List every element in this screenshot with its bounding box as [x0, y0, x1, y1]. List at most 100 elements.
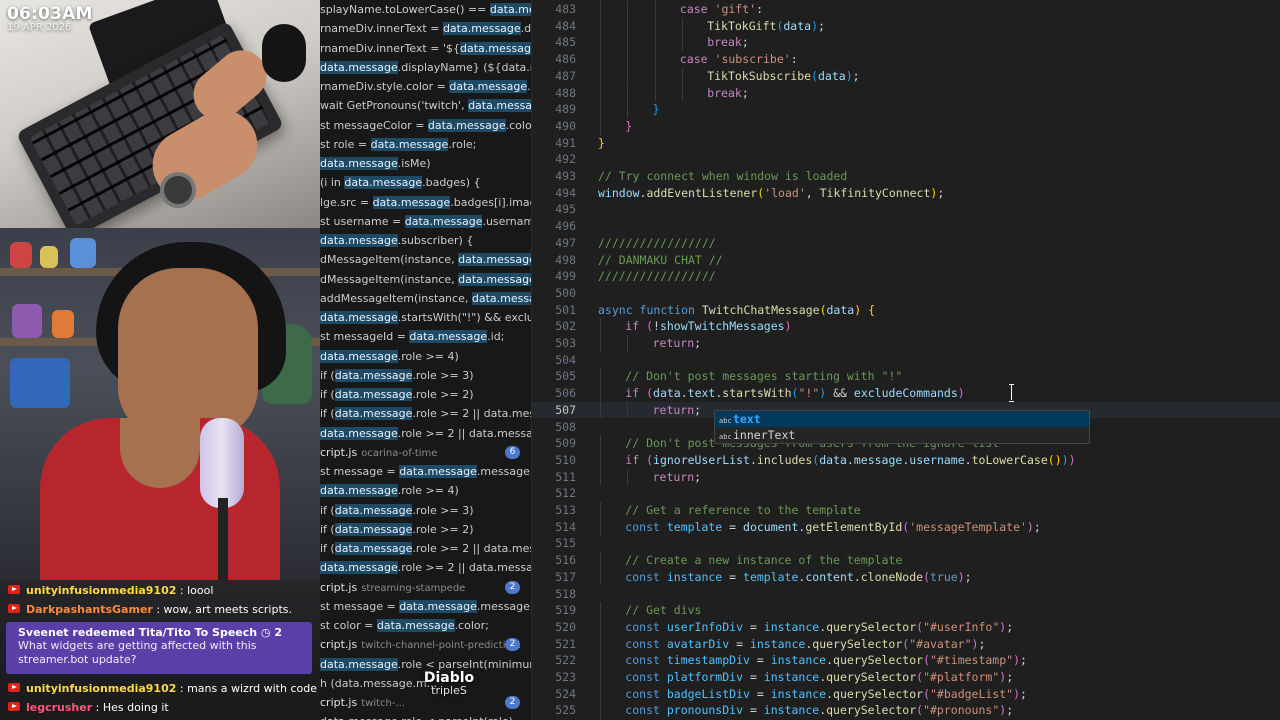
- search-match-row[interactable]: data.message.isMe): [320, 154, 531, 173]
- code-line[interactable]: 506 if (data.text.startsWith("!") && excl…: [532, 385, 1280, 402]
- code-line[interactable]: 498 // DANMAKU CHAT //: [532, 252, 1280, 269]
- indent-guide: [627, 17, 629, 35]
- code-line[interactable]: 510 if (ignoreUserList.includes(data.mess…: [532, 451, 1280, 469]
- search-match-row[interactable]: if (data.message.role >= 2): [320, 385, 531, 404]
- code-line[interactable]: 500: [532, 285, 1280, 302]
- code-line[interactable]: 491}: [532, 135, 1280, 152]
- code-text: return;: [652, 469, 702, 484]
- code-line[interactable]: 520 const userInfoDiv = instance.querySel…: [532, 618, 1280, 636]
- search-match-row[interactable]: st messageColor = data.message.color;: [320, 116, 532, 135]
- search-match-row[interactable]: lge.src = data.message.badges[i].image..…: [320, 193, 531, 212]
- match-context: .role >= 2 || data.mess...: [412, 407, 531, 421]
- code-line[interactable]: 496: [532, 218, 1280, 235]
- match-highlight: data.message: [344, 176, 423, 190]
- match-context: .color;: [505, 118, 532, 132]
- mouse: [262, 24, 306, 82]
- code-text: break;: [707, 85, 749, 100]
- code-line[interactable]: 503 return;: [532, 335, 1280, 352]
- search-results-panel[interactable]: splayName.toLowerCase() == data.mess...r…: [320, 0, 532, 720]
- code-editor[interactable]: 483 case 'gift': 484 TikTokGift(data); 485 br…: [532, 0, 1280, 720]
- code-line[interactable]: 486 case 'subscribe':: [532, 51, 1280, 68]
- code-line[interactable]: 483 case 'gift':: [532, 1, 1280, 18]
- search-match-row[interactable]: st message = data.message.message;: [320, 597, 532, 616]
- code-line[interactable]: 522 const timestampDiv = instance.querySe…: [532, 652, 1280, 669]
- code-line[interactable]: 490}: [532, 117, 1280, 135]
- search-match-row[interactable]: dMessageItem(instance, data.message.m...: [320, 270, 531, 289]
- code-line[interactable]: 512: [532, 485, 1280, 502]
- search-match-row[interactable]: data.message.subscriber) {: [320, 231, 531, 250]
- indent-guide: [600, 618, 601, 636]
- search-match-row[interactable]: if (data.message.role >= 2 || data.mess.…: [320, 539, 531, 558]
- code-line[interactable]: 492: [532, 151, 1280, 168]
- code-line[interactable]: 489}: [532, 101, 1280, 118]
- code-line[interactable]: 497 /////////////////: [532, 235, 1280, 252]
- search-match-row[interactable]: data.message.role < parseInt(role): [320, 712, 531, 720]
- code-line[interactable]: 514 const template = document.getElementB…: [532, 518, 1280, 536]
- search-match-row[interactable]: st role = data.message.role;: [320, 135, 531, 154]
- code-line[interactable]: 517 const instance = template.content.clo…: [532, 568, 1280, 586]
- search-match-row[interactable]: if (data.message.role >= 3): [320, 501, 531, 520]
- search-match-row[interactable]: if (data.message.role >= 3): [320, 366, 531, 385]
- code-line[interactable]: 502 if (!showTwitchMessages): [532, 318, 1280, 335]
- file-path: ocarina-of-time: [361, 447, 438, 459]
- mouse-cursor-icon: [1009, 384, 1015, 402]
- match-context: if (: [320, 388, 335, 401]
- suggestion-item[interactable]: abctext: [715, 411, 1089, 427]
- code-line[interactable]: 499 /////////////////: [532, 268, 1280, 285]
- code-line[interactable]: 515: [532, 535, 1280, 552]
- code-line[interactable]: 524 const badgeListDiv = instance.querySe…: [532, 685, 1280, 703]
- search-match-row[interactable]: splayName.toLowerCase() == data.mess...: [320, 0, 531, 19]
- autocomplete-popup[interactable]: abctext abcinnerText: [714, 410, 1090, 444]
- code-line[interactable]: 494 window.addEventListener('load', Tikfi…: [532, 185, 1280, 202]
- search-match-row[interactable]: st username = data.message.username;: [320, 212, 531, 231]
- search-match-row[interactable]: (i in data.message.badges) {: [320, 173, 531, 192]
- webcam-hands: 06:03AM 19 APR 2026: [0, 0, 320, 228]
- search-file-header[interactable]: cript.js twitch-channel-point-predictio..…: [320, 635, 531, 654]
- code-line[interactable]: 487 TikTokSubscribe(data);: [532, 67, 1280, 85]
- code-line[interactable]: 495: [532, 201, 1280, 218]
- search-match-row[interactable]: wait GetPronouns('twitch', data.message.…: [320, 96, 531, 115]
- match-context: .message;: [476, 599, 532, 613]
- search-match-row[interactable]: data.message.displayName} (${data.messa.…: [320, 58, 531, 77]
- code-line[interactable]: 485 break;: [532, 34, 1280, 52]
- file-name: cript.js: [320, 445, 358, 459]
- search-match-row[interactable]: rnameDiv.innerText = data.message.disp..…: [320, 19, 531, 38]
- search-match-row[interactable]: if (data.message.role >= 2 || data.mess.…: [320, 404, 531, 423]
- search-match-row[interactable]: st message = data.message.message;: [320, 462, 531, 481]
- code-line[interactable]: 516 // Create a new instance of the templ…: [532, 552, 1280, 569]
- code-line[interactable]: 505 // Don't post messages starting with …: [532, 368, 1280, 386]
- code-line[interactable]: 511 return;: [532, 468, 1280, 486]
- code-line[interactable]: 488 break;: [532, 84, 1280, 102]
- match-highlight: data.message: [320, 311, 398, 324]
- search-file-header[interactable]: cript.js streaming-stampede 2: [320, 578, 531, 597]
- search-match-row[interactable]: data.message.role >= 4): [320, 347, 531, 366]
- code-line[interactable]: 501 async function TwitchChatMessage(data…: [532, 302, 1280, 319]
- search-match-row[interactable]: st color = data.message.color;: [320, 616, 531, 635]
- code-line[interactable]: 484 TikTokGift(data);: [532, 17, 1280, 35]
- code-line[interactable]: 523 const platformDiv = instance.querySel…: [532, 669, 1280, 686]
- indent-guide: [600, 435, 601, 452]
- search-match-row[interactable]: dMessageItem(instance, data.message.m...: [320, 250, 531, 269]
- suggestion-item[interactable]: abcinnerText: [715, 427, 1089, 443]
- search-match-row[interactable]: rnameDiv.innerText = '${data.message.d..…: [320, 39, 531, 58]
- search-match-row[interactable]: data.message.role >= 4): [320, 481, 531, 500]
- search-match-row[interactable]: data.message.startsWith("!") && exclude.…: [320, 308, 531, 327]
- line-number: 499: [555, 269, 576, 284]
- code-line[interactable]: 525 const pronounsDiv = instance.querySel…: [532, 702, 1280, 720]
- code-line[interactable]: 518: [532, 586, 1280, 603]
- code-line[interactable]: 521 const avatarDiv = instance.querySelec…: [532, 635, 1280, 653]
- code-line[interactable]: 519 // Get divs: [532, 602, 1280, 619]
- search-match-row[interactable]: data.message.role >= 2 || data.message.s…: [320, 424, 531, 443]
- search-match-row[interactable]: data.message.role >= 2 || data.message.s…: [320, 558, 531, 577]
- code-line[interactable]: 493 // Try connect when window is loaded: [532, 168, 1280, 185]
- search-file-header[interactable]: cript.js ocarina-of-time 6: [320, 443, 531, 462]
- search-match-row[interactable]: if (data.message.role >= 2): [320, 520, 531, 539]
- search-match-row[interactable]: rnameDiv.style.color = data.message.colo…: [320, 77, 531, 96]
- indent-guide: [600, 468, 601, 486]
- line-number: 503: [555, 336, 576, 350]
- search-match-row[interactable]: addMessageItem(instance, data.message...…: [320, 289, 531, 308]
- code-line[interactable]: 513 // Get a reference to the template: [532, 502, 1280, 519]
- search-match-row[interactable]: st messageId = data.message.id;: [320, 327, 531, 346]
- watch: [160, 172, 196, 208]
- code-line[interactable]: 504: [532, 352, 1280, 369]
